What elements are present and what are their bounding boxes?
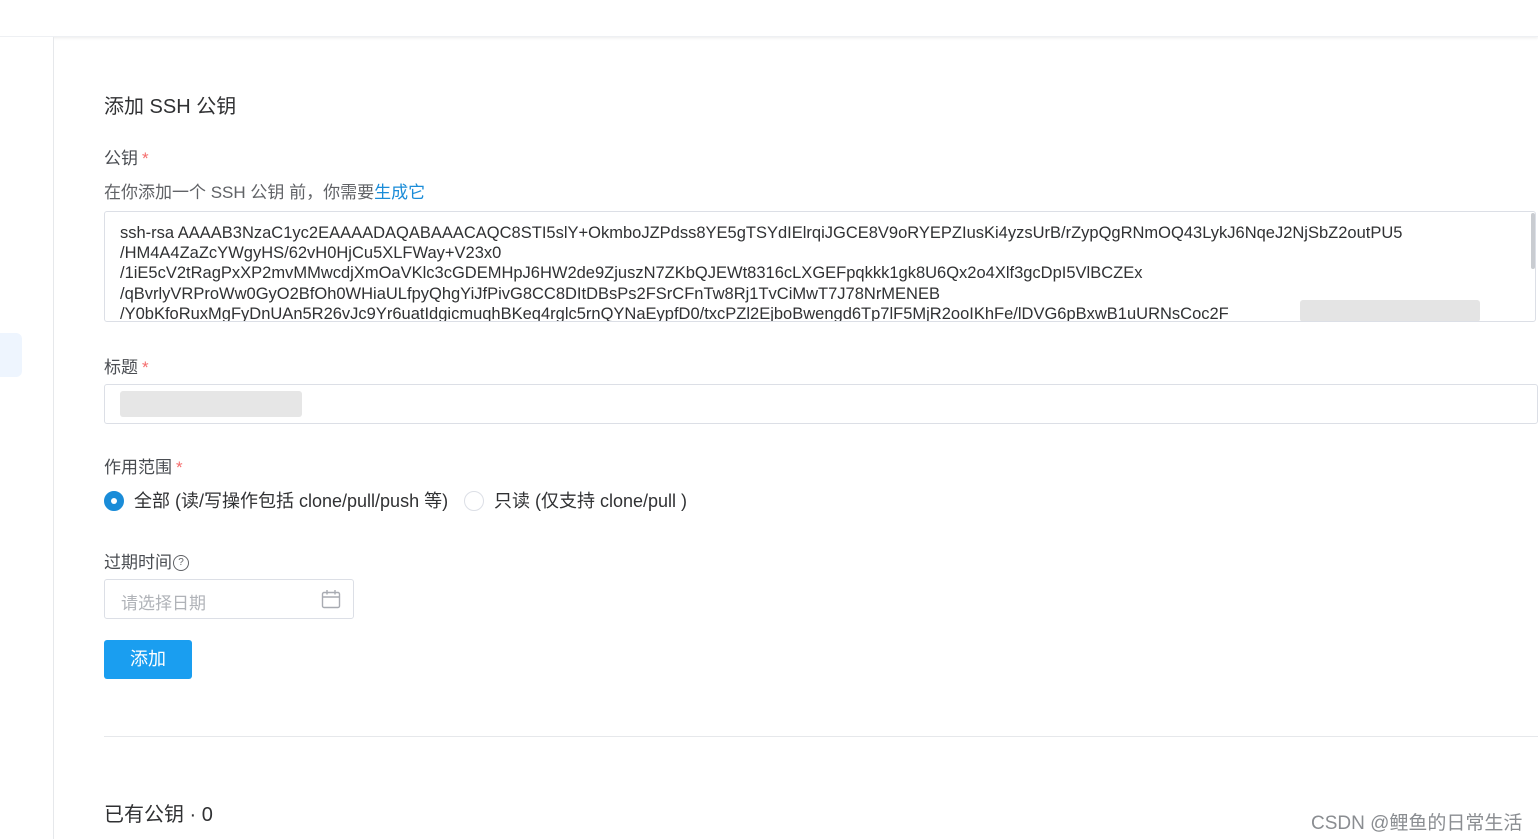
title-label: 标题 * [104,353,149,378]
public-key-line: ssh-rsa AAAAB3NzaC1yc2EAAAADAQABAAACAQC8… [120,224,1403,242]
public-key-hint: 在你添加一个 SSH 公钥 前，你需要生成它 [104,178,425,203]
radio-all-access-label[interactable]: 全部 (读/写操作包括 clone/pull/push 等) [134,489,448,513]
public-key-line: /1iE5cV2tRagPxXP2mvMMwcdjXmOaVKlc3cGDEMH… [120,264,1143,283]
expiry-date-picker[interactable]: 请选择日期 [104,579,354,619]
section-divider [104,736,1538,737]
public-key-label: 公钥 * [104,144,149,169]
scope-label-text: 作用范围 [104,458,172,477]
public-key-line: /HM4A4ZaZcYWgyHS/62vH0HjCu5XLFWay+V23x0 [120,244,502,263]
help-circle-icon[interactable]: ? [173,554,189,571]
expiry-label: 过期时间? [104,548,189,573]
calendar-icon[interactable] [320,588,342,610]
public-key-textarea[interactable]: ssh-rsa AAAAB3NzaC1yc2EAAAADAQABAAACAQC8… [104,211,1536,322]
ssh-key-form: 添加 SSH 公钥 公钥 * 在你添加一个 SSH 公钥 前，你需要生成它 ssh… [104,37,1538,839]
redacted-blur [120,391,302,417]
generate-key-link[interactable]: 生成它 [374,183,425,202]
radio-read-only-label[interactable]: 只读 (仅支持 clone/pull ) [494,489,687,513]
add-button[interactable]: 添加 [104,640,192,679]
required-mark: * [176,458,183,477]
redacted-blur [1300,300,1480,321]
required-mark: * [142,149,149,168]
watermark: CSDN @鲤鱼的日常生活 [1311,813,1523,834]
radio-all-access[interactable] [104,491,124,511]
top-nav-bar [0,0,1538,37]
required-mark: * [142,358,149,377]
textarea-scrollbar[interactable] [1531,213,1535,269]
public-key-label-text: 公钥 [104,149,138,168]
page-title: 添加 SSH 公钥 [104,96,237,118]
title-label-text: 标题 [104,358,138,377]
radio-read-only[interactable] [464,491,484,511]
scope-label: 作用范围 * [104,453,183,478]
hint-text: 在你添加一个 SSH 公钥 前，你需要 [104,183,375,202]
expiry-label-text: 过期时间 [104,553,172,572]
existing-keys-heading: 已有公钥 · 0 [104,804,213,826]
sidebar-active-item[interactable] [0,333,22,377]
title-input[interactable] [104,384,1538,424]
sidebar [0,37,54,839]
date-placeholder: 请选择日期 [121,594,206,613]
